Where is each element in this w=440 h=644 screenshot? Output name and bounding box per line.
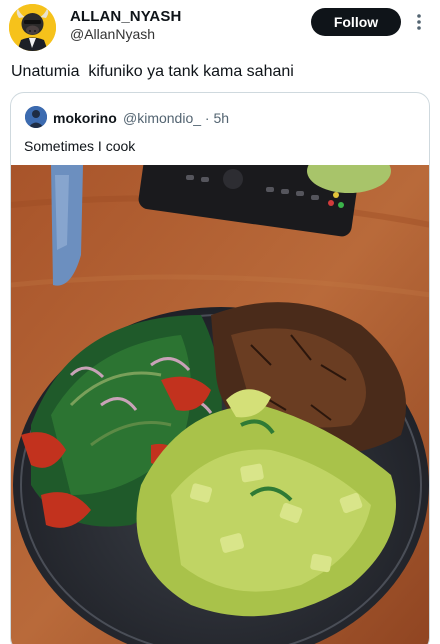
quoted-author-handle-time[interactable]: @kimondio_ · 5h (123, 110, 229, 126)
quoted-tweet-text: Sometimes I cook (24, 138, 136, 154)
tweet-header: ALLAN_NYASH @AllanNyash Follow (0, 0, 440, 58)
more-vertical-icon[interactable] (411, 12, 427, 32)
food-plate-image (11, 165, 429, 644)
quoted-author-handle[interactable]: @kimondio_ (123, 110, 201, 126)
tweet-text: Unatumia kifuniko ya tank kama sahani (11, 63, 294, 80)
user-avatar-icon (25, 106, 47, 128)
author-display-name[interactable]: ALLAN_NYASH (70, 8, 181, 25)
food-photo[interactable] (11, 165, 429, 644)
quoted-author-name[interactable]: mokorino (53, 110, 117, 126)
follow-button[interactable]: Follow (311, 8, 401, 36)
quoted-author-avatar[interactable] (25, 106, 47, 128)
bull-avatar-icon (9, 4, 56, 51)
quoted-tweet-card[interactable]: mokorino @kimondio_ · 5h Sometimes I coo… (10, 92, 430, 644)
quoted-tweet-time: · 5h (204, 110, 230, 126)
author-avatar[interactable] (9, 4, 56, 51)
author-handle[interactable]: @AllanNyash (70, 26, 155, 42)
